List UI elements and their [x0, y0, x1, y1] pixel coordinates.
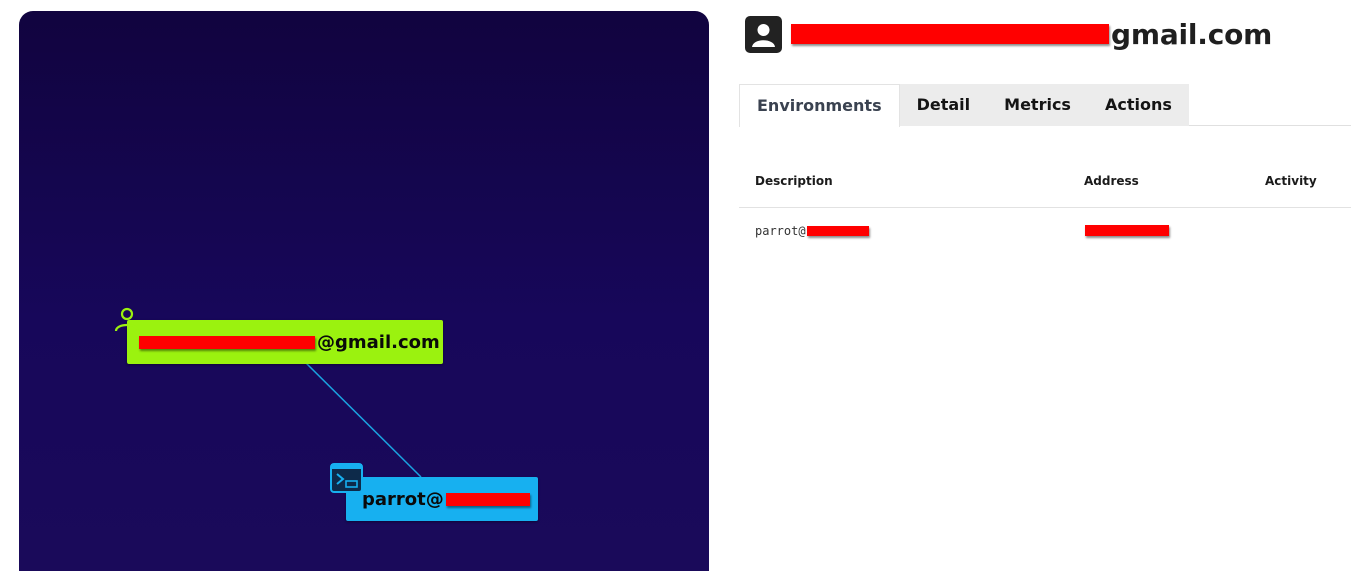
environment-graph-canvas[interactable]: @gmail.com parrot@: [19, 11, 709, 571]
page-title: gmail.com: [791, 18, 1272, 51]
environment-node[interactable]: parrot@: [346, 477, 538, 521]
column-header-address[interactable]: Address: [1084, 174, 1139, 188]
tab-metrics[interactable]: Metrics: [987, 84, 1088, 126]
user-node[interactable]: @gmail.com: [127, 320, 443, 364]
person-icon: [114, 307, 140, 332]
redacted-block: [806, 225, 869, 236]
column-header-activity[interactable]: Activity: [1265, 174, 1317, 188]
redacted-block: [1085, 225, 1169, 236]
tab-actions[interactable]: Actions: [1087, 84, 1189, 126]
row-description-text: parrot@: [755, 224, 806, 238]
tab-bar: Environments Detail Metrics Actions: [739, 84, 1351, 127]
row-address: [1085, 224, 1169, 238]
row-description: parrot@: [755, 224, 869, 238]
detail-panel: gmail.com Environments Detail Metrics Ac…: [739, 0, 1351, 564]
terminal-icon: [330, 463, 363, 493]
environment-node-label: parrot@: [362, 488, 444, 510]
page-title-suffix: gmail.com: [1111, 18, 1273, 51]
environments-table: Description Address Activity parrot@: [739, 160, 1351, 256]
column-header-description[interactable]: Description: [755, 174, 833, 188]
tab-environments[interactable]: Environments: [739, 84, 900, 127]
tab-detail[interactable]: Detail: [899, 84, 988, 126]
user-to-environment-edge: [305, 362, 422, 478]
panel-header: gmail.com: [745, 16, 1272, 53]
redacted-block: [791, 24, 1109, 44]
redacted-block: [139, 335, 315, 349]
account-box-icon: [745, 16, 782, 53]
user-node-label: @gmail.com: [317, 331, 440, 353]
table-row[interactable]: parrot@: [739, 208, 1351, 256]
table-header: Description Address Activity: [739, 160, 1351, 208]
redacted-block: [445, 492, 530, 506]
